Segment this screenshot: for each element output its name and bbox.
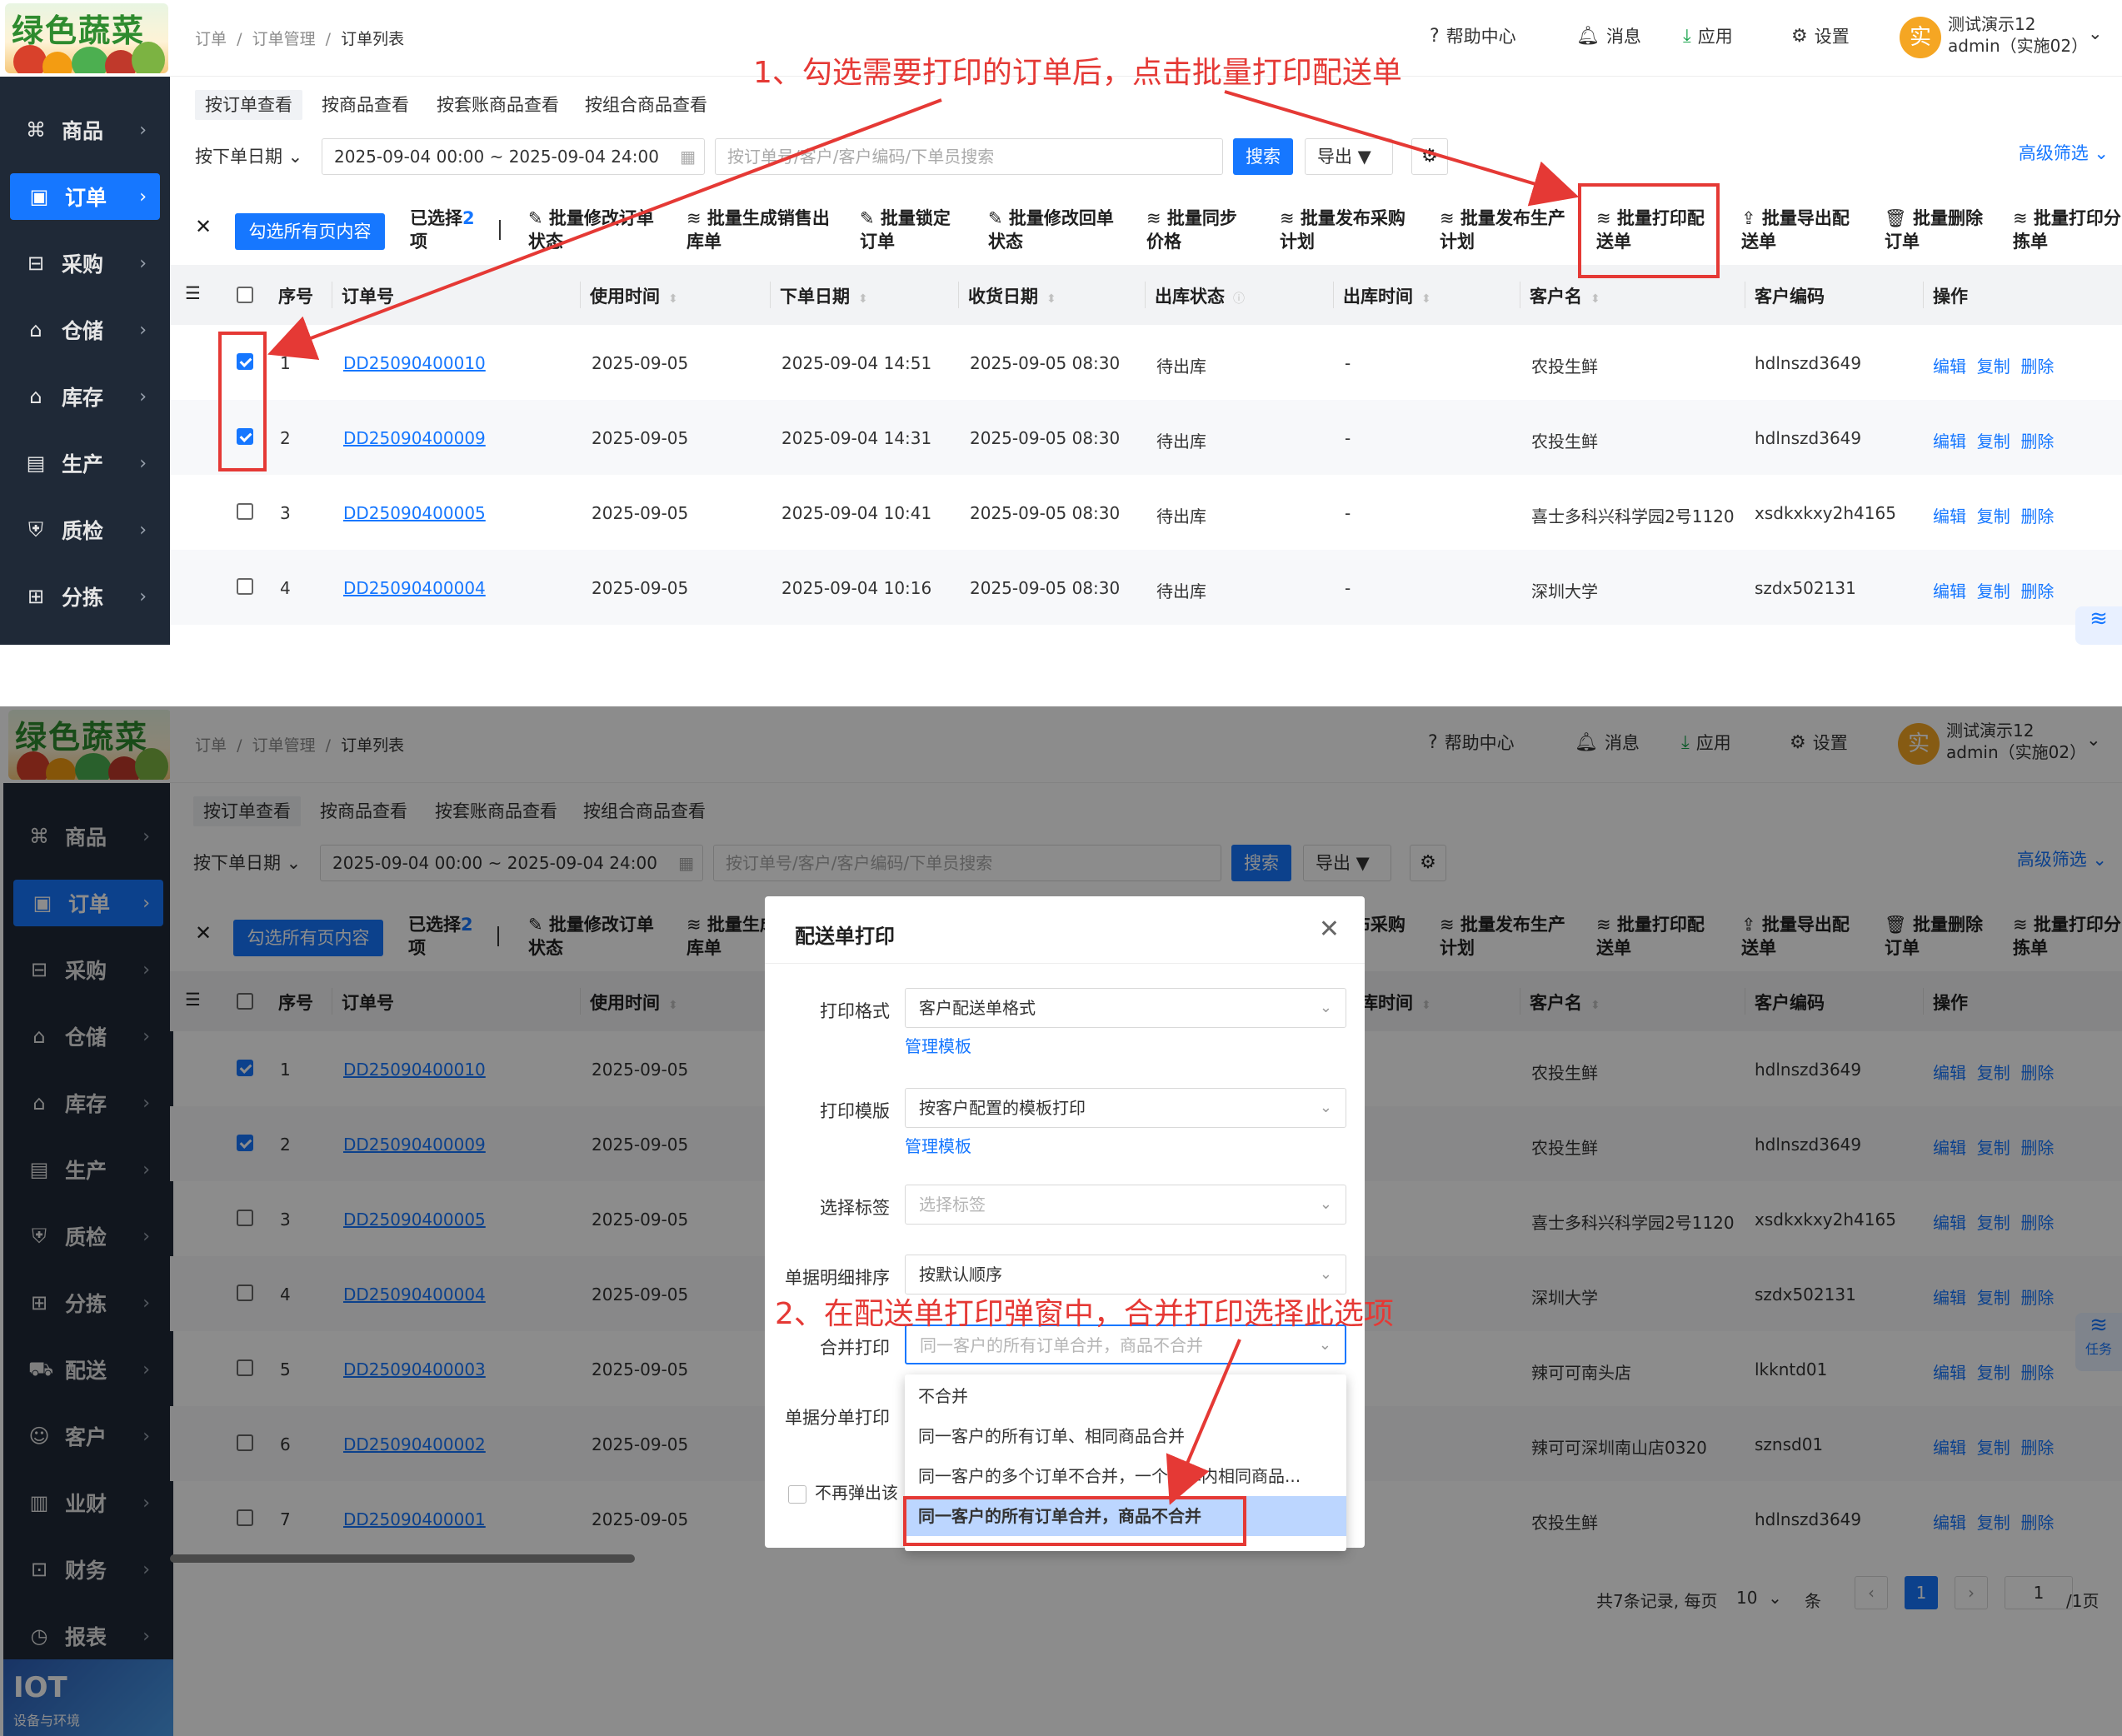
screenshot-panel-1: 绿色蔬菜 ⌘ 商品 › ▣ 订单 › ⊟ 采购 › ⌂ 仓储 › ⌂ 库存 › ▤ 生产 › ⛨ 质检 › ⊞ 分拣 › 订单… — [0, 0, 2122, 645]
screenshot-panel-2: 绿色蔬菜 ⌘ 商品 › ▣ 订单 › ⊟ 采购 › ⌂ 仓储 › ⌂ 库存 › ▤ 生产 › ⛨ 质检 › ⊞ 分拣 › ⛟ 配送… — [0, 706, 2122, 1736]
annotation-arrows — [1166, 1339, 1241, 1505]
panel-gap — [0, 645, 2122, 706]
annotation-arrows — [267, 90, 1580, 361]
